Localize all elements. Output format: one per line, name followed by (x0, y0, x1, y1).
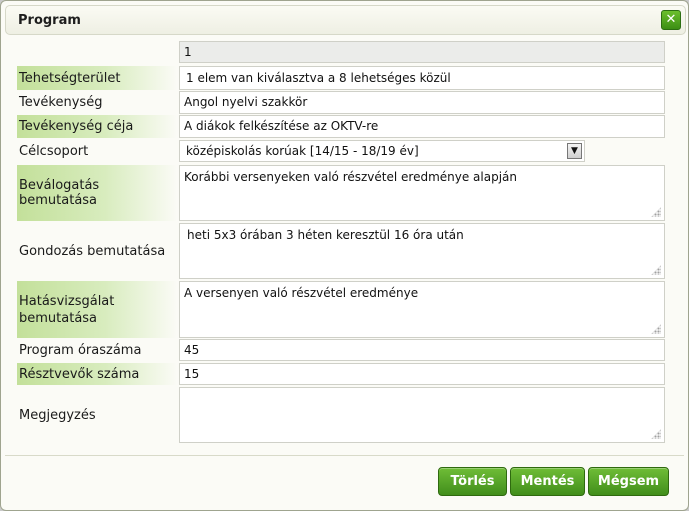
impact-label: Hatásvizsgálat bemutatása (17, 281, 177, 338)
participants-label: Résztvevők száma (17, 363, 177, 385)
row-note: Megjegyzés (17, 387, 665, 443)
hours-input[interactable]: 45 (179, 339, 665, 361)
row-talent-area: Tehetségterület 1 elem van kiválasztva a… (17, 66, 665, 90)
row-id: 1 (17, 41, 665, 63)
program-dialog: Program ✕ 1 Tehetségterület 1 elem van k… (0, 0, 689, 511)
row-hours: Program óraszáma 45 (17, 339, 665, 361)
resize-grip-icon[interactable] (651, 429, 661, 439)
resize-grip-icon[interactable] (651, 265, 661, 275)
dialog-titlebar: Program ✕ (5, 5, 686, 35)
care-text: heti 5x3 órában 3 héten keresztül 16 óra… (187, 228, 464, 242)
cancel-button[interactable]: Mégsem (588, 467, 669, 496)
impact-textarea[interactable]: A versenyen való részvétel eredménye (179, 281, 665, 338)
save-button[interactable]: Mentés (510, 467, 585, 496)
hours-label: Program óraszáma (19, 342, 142, 358)
row-participants: Résztvevők száma 15 (17, 363, 665, 385)
care-textarea[interactable]: heti 5x3 órában 3 héten keresztül 16 óra… (179, 223, 665, 279)
impact-text: A versenyen való részvétel eredménye (184, 286, 419, 300)
activity-label: Tevékenység (19, 95, 103, 110)
row-impact: Hatásvizsgálat bemutatása A versenyen va… (17, 281, 665, 338)
row-selection: Beválogatás bemutatása Korábbi versenyek… (17, 165, 665, 221)
target-group-label: Célcsoport (19, 143, 89, 159)
id-field: 1 (179, 41, 665, 63)
participants-input[interactable]: 15 (179, 363, 665, 385)
delete-button[interactable]: Törlés (438, 467, 507, 496)
row-target-group: Célcsoport középiskolás korúak [14/15 - … (17, 140, 665, 162)
selection-text: Korábbi versenyeken való részvétel eredm… (184, 170, 517, 184)
talent-area-label: Tehetségterület (17, 66, 177, 90)
close-icon: ✕ (665, 12, 677, 27)
target-group-value: középiskolás korúak [14/15 - 18/19 év] (186, 144, 419, 158)
footer-divider (5, 455, 684, 456)
note-label: Megjegyzés (19, 407, 96, 423)
resize-grip-icon[interactable] (651, 207, 661, 217)
row-care: Gondozás bemutatása heti 5x3 órában 3 hé… (17, 223, 665, 279)
selection-label: Beválogatás bemutatása (17, 165, 177, 221)
target-group-select[interactable]: középiskolás korúak [14/15 - 18/19 év] ▼ (179, 140, 585, 162)
close-button[interactable]: ✕ (661, 10, 681, 30)
resize-grip-icon[interactable] (651, 324, 661, 334)
activity-goal-input[interactable]: A diákok felkészítése az OKTV-re (179, 115, 665, 138)
selection-textarea[interactable]: Korábbi versenyeken való részvétel eredm… (179, 165, 665, 221)
row-activity-goal: Tevékenység céja A diákok felkészítése a… (17, 115, 665, 138)
activity-goal-label: Tevékenység céja (17, 115, 177, 138)
dialog-title: Program (18, 13, 81, 28)
activity-input[interactable]: Angol nyelvi szakkör (179, 91, 665, 114)
note-textarea[interactable] (179, 387, 665, 443)
talent-area-multiselect[interactable]: 1 elem van kiválasztva a 8 lehetséges kö… (179, 66, 665, 90)
chevron-down-icon[interactable]: ▼ (567, 143, 582, 159)
row-activity: Tevékenység Angol nyelvi szakkör (17, 91, 665, 114)
care-label: Gondozás bemutatása (19, 243, 166, 259)
